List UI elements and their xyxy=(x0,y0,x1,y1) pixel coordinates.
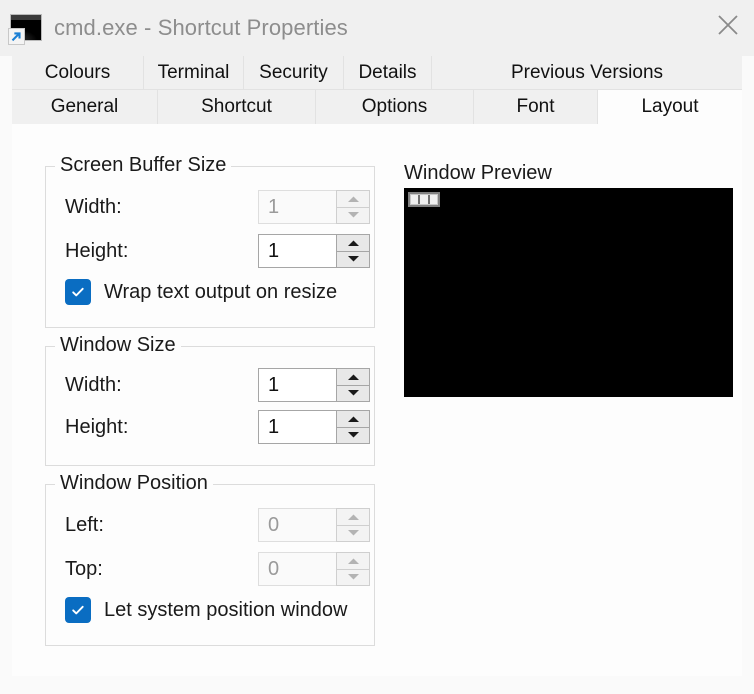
window-size-width-label: Width: xyxy=(65,373,122,396)
window-title: cmd.exe - Shortcut Properties xyxy=(54,15,348,40)
layout-tab-panel: Screen Buffer Size Width: 1 Height: 1 Wr… xyxy=(12,124,742,676)
spinner-up-icon[interactable] xyxy=(337,235,369,252)
tab-layout[interactable]: Layout xyxy=(598,90,742,124)
let-system-position-checkbox-row[interactable]: Let system position window xyxy=(65,597,347,623)
window-preview-title: Window Preview xyxy=(404,162,552,184)
screen-buffer-height-row: Height: 1 xyxy=(46,233,374,269)
let-system-position-label: Let system position window xyxy=(104,598,348,621)
spinner-up-icon[interactable] xyxy=(337,553,369,570)
screen-buffer-height-spin-buttons[interactable] xyxy=(336,234,370,268)
window-position-legend: Window Position xyxy=(55,472,213,495)
window-size-width-row: Width: 1 xyxy=(46,367,374,403)
window-position-left-label: Left: xyxy=(65,513,104,536)
window-position-left-spin-buttons[interactable] xyxy=(336,508,370,542)
screen-buffer-width-input[interactable]: 1 xyxy=(258,190,336,224)
preview-pane xyxy=(411,195,421,204)
window-size-height-stepper[interactable]: 1 xyxy=(258,410,370,444)
tab-general[interactable]: General xyxy=(12,90,158,124)
window-preview-box xyxy=(404,188,733,397)
let-system-position-checkbox[interactable] xyxy=(65,597,91,623)
tab-font[interactable]: Font xyxy=(474,90,598,124)
shortcut-arrow-icon xyxy=(8,28,25,45)
window-size-height-input[interactable]: 1 xyxy=(258,410,336,444)
window-position-top-spin-buttons[interactable] xyxy=(336,552,370,586)
spinner-up-icon[interactable] xyxy=(337,191,369,208)
spinner-up-icon[interactable] xyxy=(337,369,369,386)
window-size-group: Window Size Width: 1 Height: 1 xyxy=(45,334,375,466)
window-size-height-row: Height: 1 xyxy=(46,409,374,445)
close-icon[interactable] xyxy=(702,0,754,50)
spinner-up-icon[interactable] xyxy=(337,509,369,526)
window-size-width-spin-buttons[interactable] xyxy=(336,368,370,402)
spinner-down-icon[interactable] xyxy=(337,207,369,223)
tab-row-lower: General Shortcut Options Font Layout xyxy=(12,90,742,124)
title-bar: cmd.exe - Shortcut Properties xyxy=(0,0,754,56)
wrap-text-checkbox[interactable] xyxy=(65,279,91,305)
window-size-width-input[interactable]: 1 xyxy=(258,368,336,402)
wrap-text-label: Wrap text output on resize xyxy=(104,280,338,303)
spinner-down-icon[interactable] xyxy=(337,251,369,267)
window-size-height-spin-buttons[interactable] xyxy=(336,410,370,444)
window-size-legend: Window Size xyxy=(55,334,181,357)
tab-security[interactable]: Security xyxy=(244,56,344,90)
tab-row-upper: Colours Terminal Security Details Previo… xyxy=(12,56,742,90)
tab-strip: Colours Terminal Security Details Previo… xyxy=(0,56,754,124)
screen-buffer-width-spin-buttons[interactable] xyxy=(336,190,370,224)
tab-shortcut[interactable]: Shortcut xyxy=(158,90,316,124)
screen-buffer-height-label: Height: xyxy=(65,239,129,262)
preview-pane xyxy=(420,195,430,204)
spinner-down-icon[interactable] xyxy=(337,427,369,443)
window-position-group: Window Position Left: 0 Top: 0 Let syste… xyxy=(45,472,375,646)
spinner-down-icon[interactable] xyxy=(337,569,369,585)
window-position-top-stepper[interactable]: 0 xyxy=(258,552,370,586)
tab-terminal[interactable]: Terminal xyxy=(144,56,244,90)
tab-options[interactable]: Options xyxy=(316,90,474,124)
window-position-top-row: Top: 0 xyxy=(46,551,374,587)
tab-details[interactable]: Details xyxy=(344,56,432,90)
spinner-down-icon[interactable] xyxy=(337,525,369,541)
window-position-top-label: Top: xyxy=(65,557,103,580)
screen-buffer-width-row: Width: 1 xyxy=(46,189,374,225)
screen-buffer-height-stepper[interactable]: 1 xyxy=(258,234,370,268)
spinner-up-icon[interactable] xyxy=(337,411,369,428)
window-size-height-label: Height: xyxy=(65,415,129,438)
screen-buffer-width-label: Width: xyxy=(65,195,122,218)
window-position-left-input[interactable]: 0 xyxy=(258,508,336,542)
screen-buffer-size-legend: Screen Buffer Size xyxy=(55,154,232,177)
window-size-width-stepper[interactable]: 1 xyxy=(258,368,370,402)
preview-pane xyxy=(429,195,437,204)
spinner-down-icon[interactable] xyxy=(337,385,369,401)
tab-previous-versions[interactable]: Previous Versions xyxy=(432,56,742,90)
screen-buffer-size-group: Screen Buffer Size Width: 1 Height: 1 Wr… xyxy=(45,154,375,328)
cmd-shortcut-icon xyxy=(8,14,42,45)
window-position-left-row: Left: 0 xyxy=(46,507,374,543)
preview-window-icon[interactable] xyxy=(408,192,440,207)
tab-colours[interactable]: Colours xyxy=(12,56,144,90)
screen-buffer-width-stepper[interactable]: 1 xyxy=(258,190,370,224)
window-position-top-input[interactable]: 0 xyxy=(258,552,336,586)
wrap-text-checkbox-row[interactable]: Wrap text output on resize xyxy=(65,279,337,305)
screen-buffer-height-input[interactable]: 1 xyxy=(258,234,336,268)
window-position-left-stepper[interactable]: 0 xyxy=(258,508,370,542)
